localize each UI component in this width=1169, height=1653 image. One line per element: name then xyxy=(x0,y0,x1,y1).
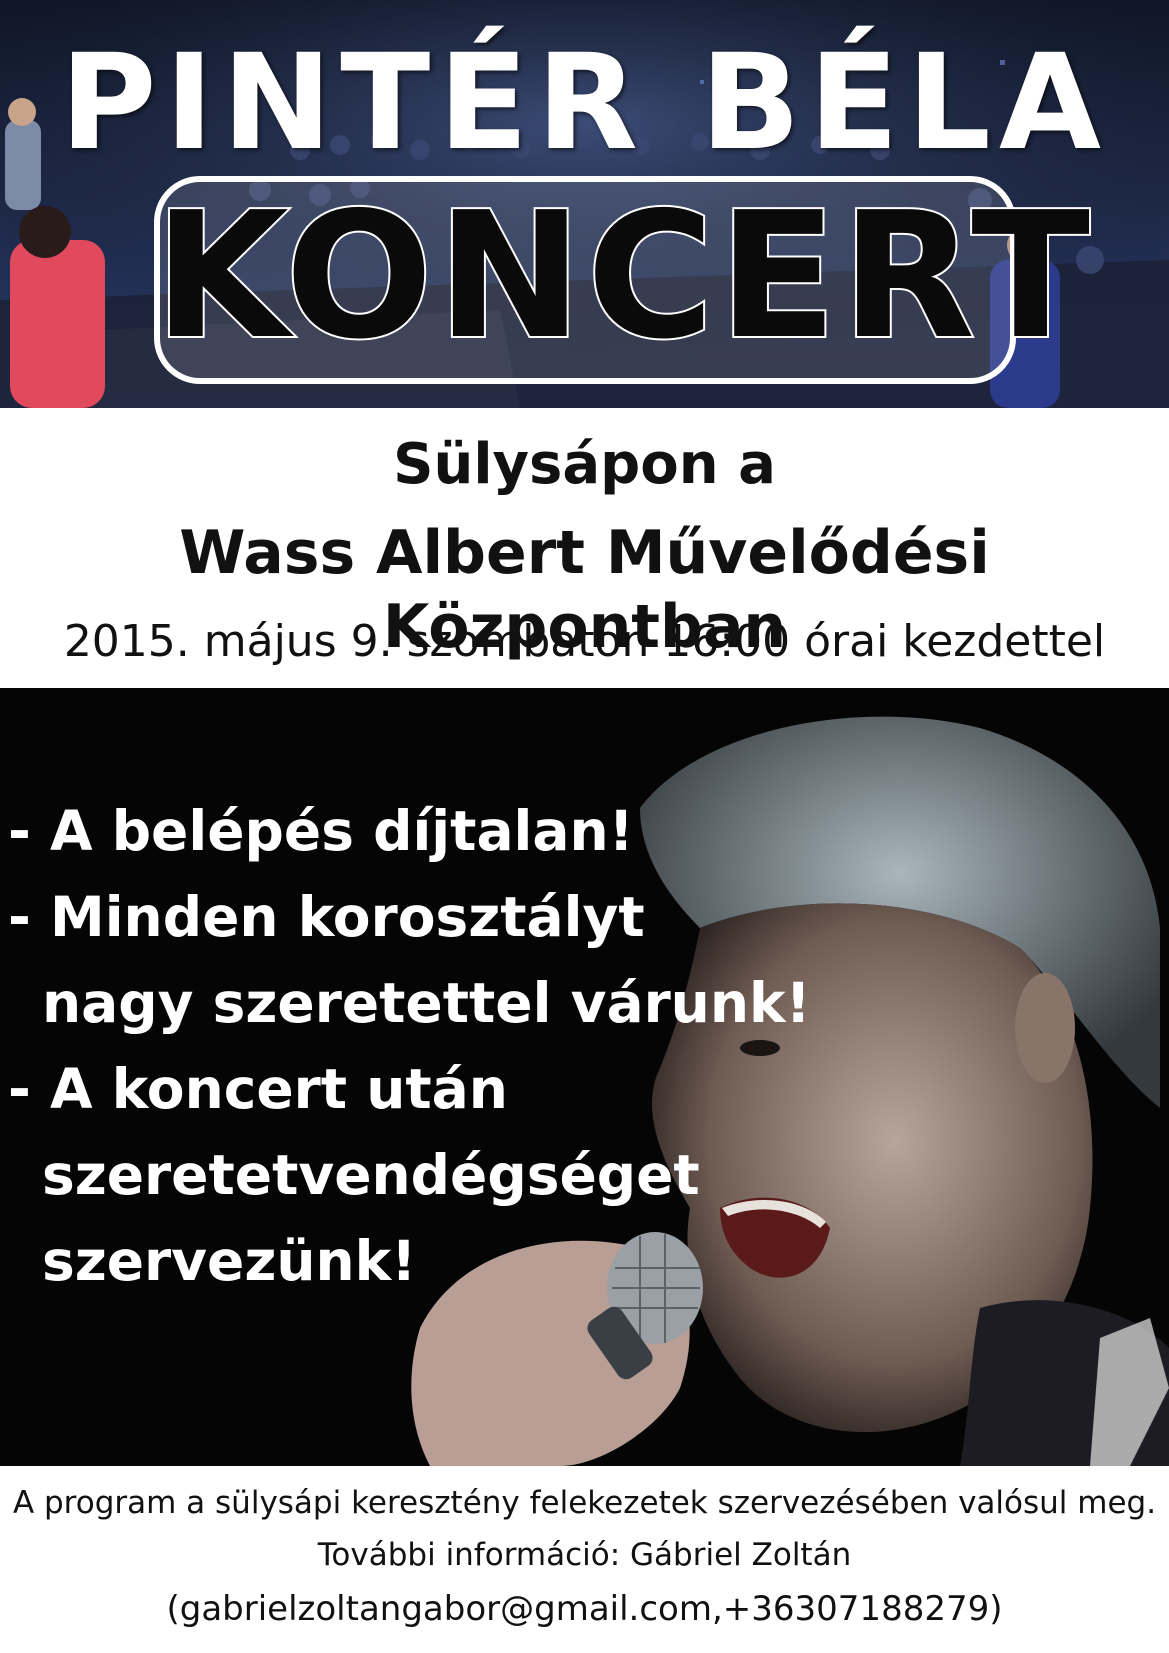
list-item: - Minden korosztályt xyxy=(8,885,645,949)
list-item: - A koncert után xyxy=(8,1057,508,1121)
list-item-continuation: nagy szeretettel várunk! xyxy=(42,971,811,1035)
hero-banner: PINTÉR BÉLA KONCERT xyxy=(0,0,1169,408)
event-info: Sülysápon a Wass Albert Művelődési Közpo… xyxy=(0,408,1169,688)
contact-person: További információ: Gábriel Zoltán xyxy=(317,1537,852,1573)
list-item-continuation: szervezünk! xyxy=(42,1229,417,1293)
list-item-continuation: szeretetvendégséget xyxy=(42,1143,700,1207)
event-datetime: 2015. május 9. szombaton 16:00 órai kezd… xyxy=(63,616,1106,667)
contact-details: (gabrielzoltangabor@gmail.com,+363071882… xyxy=(166,1589,1003,1629)
hero-subtitle: KONCERT xyxy=(152,173,1094,380)
footer: A program a sülysápi keresztény felekeze… xyxy=(0,1466,1169,1653)
hero-title: PINTÉR BÉLA xyxy=(59,26,1110,180)
organizer-note: A program a sülysápi keresztény felekeze… xyxy=(12,1485,1157,1521)
singer-panel: - A belépés díjtalan! - Minden korosztál… xyxy=(0,688,1169,1466)
venue-intro: Sülysápon a xyxy=(393,432,776,497)
benefits-list: - A belépés díjtalan! - Minden korosztál… xyxy=(8,788,811,1304)
list-item: - A belépés díjtalan! xyxy=(8,799,634,863)
